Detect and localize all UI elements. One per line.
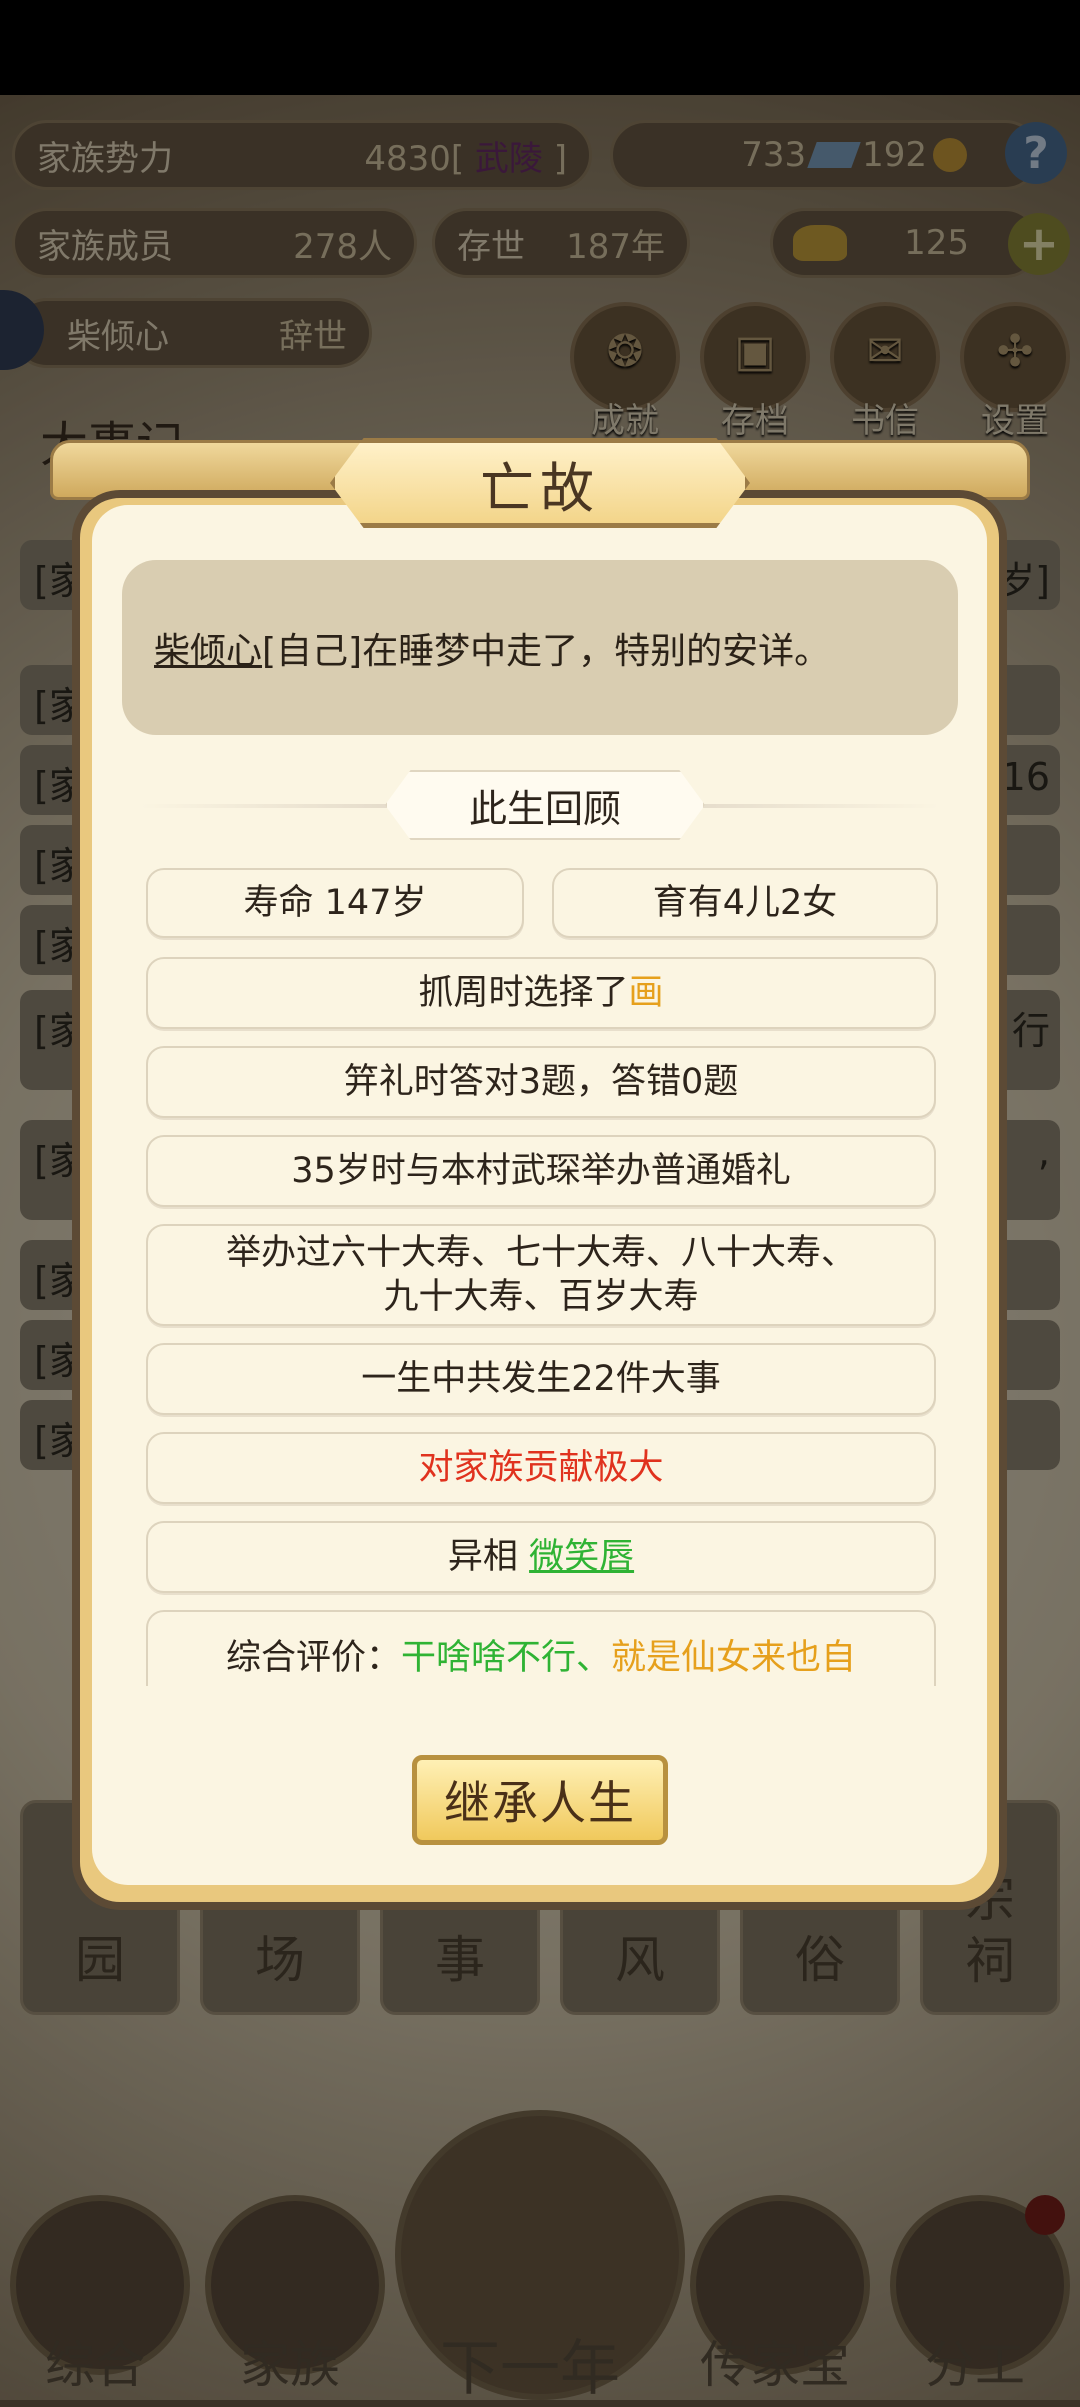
- life-review-title: 此生回顾: [385, 770, 705, 840]
- evaluation-green: 干啥啥不行、: [400, 1638, 611, 1678]
- contribution-stat: 对家族贡献极大: [146, 1432, 936, 1504]
- events-stat: 一生中共发生22件大事: [146, 1343, 936, 1415]
- children-stat: 育有4儿2女: [552, 868, 938, 938]
- trait-stat: 异相 微笑唇: [146, 1521, 936, 1593]
- modal-title: 亡故: [330, 438, 750, 528]
- birthdays-stat: 举办过六十大寿、七十大寿、八十大寿、 九十大寿、百岁大寿: [146, 1224, 936, 1326]
- inherit-life-button[interactable]: 继承人生: [412, 1755, 668, 1845]
- divider-line-right: [690, 804, 940, 808]
- evaluation-prefix: 综合评价：: [225, 1638, 401, 1678]
- wedding-stat: 35岁时与本村武琛举办普通婚礼: [146, 1135, 936, 1207]
- jili-stat: 笄礼时答对3题，答错0题: [146, 1046, 936, 1118]
- trait-prefix: 异相: [447, 1537, 518, 1577]
- lifespan-stat: 寿命 147岁: [146, 868, 524, 938]
- birthdays-line-1: 举办过六十大寿、七十大寿、八十大寿、: [225, 1233, 856, 1273]
- divider-line-left: [140, 804, 390, 808]
- zhuazhou-item: 画: [628, 973, 664, 1013]
- life-review-header: 此生回顾: [140, 770, 940, 840]
- scroll-clip: [140, 1686, 940, 1716]
- death-message-text: [自己]在睡梦中走了，特别的安详。: [262, 630, 831, 672]
- evaluation-orange: 就是仙女来也自: [611, 1638, 857, 1678]
- death-message: 柴倾心[自己]在睡梦中走了，特别的安详。: [122, 560, 958, 735]
- birthdays-line-2: 九十大寿、百岁大寿: [383, 1277, 699, 1317]
- trait-link[interactable]: 微笑唇: [529, 1535, 634, 1579]
- status-bar: [0, 0, 1080, 95]
- zhuazhou-stat: 抓周时选择了画: [146, 957, 936, 1029]
- zhuazhou-prefix: 抓周时选择了: [418, 973, 629, 1013]
- deceased-name-link[interactable]: 柴倾心: [154, 631, 262, 672]
